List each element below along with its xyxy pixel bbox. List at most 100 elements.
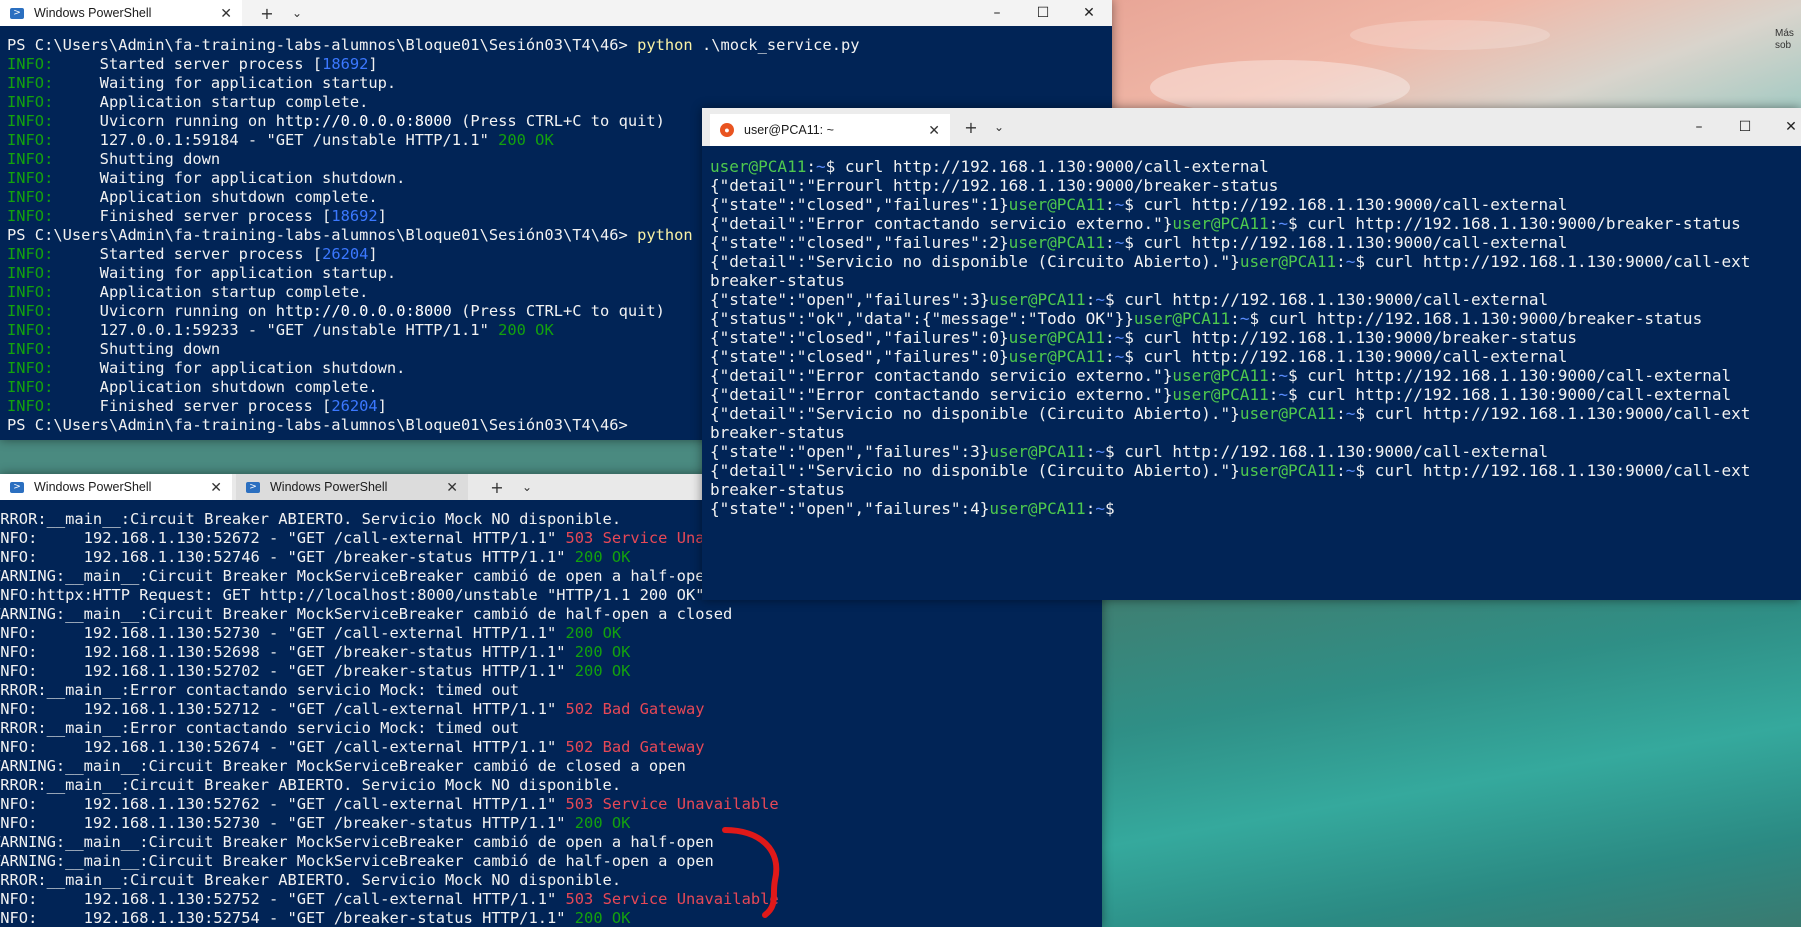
tab-dropdown-button[interactable]: ⌄: [284, 0, 310, 26]
tab-powershell-2[interactable]: > Windows PowerShell ✕: [236, 474, 468, 500]
minimize-icon[interactable]: –: [1676, 114, 1722, 140]
terminal-text: INFO:: [0, 795, 38, 813]
terminal-text: INFO:: [7, 150, 54, 168]
terminal-text: user@PCA11: [710, 157, 807, 176]
terminal-text: :: [1104, 195, 1115, 214]
terminal-text: {"state":"open","failures":3}: [710, 290, 990, 309]
terminal-line: INFO: 192.168.1.130:52698 - "GET /breake…: [0, 643, 1102, 662]
terminal-text: Waiting for application shutdown.: [53, 169, 406, 187]
terminal-text: WARNING:__main__:Circuit Breaker MockSer…: [0, 852, 714, 870]
terminal-line: INFO: Started server process [18692]: [7, 55, 1112, 74]
terminal-text: Application shutdown complete.: [53, 378, 378, 396]
terminal-text: {"detail":"Error contactando servicio ex…: [710, 366, 1173, 385]
terminal-text: $ curl http://192.168.1.130:9000/call-ex…: [1104, 442, 1549, 461]
terminal-text: PS C:\Users\Admin\fa-training-labs-alumn…: [7, 36, 638, 54]
tab-title: Windows PowerShell: [34, 480, 152, 494]
terminal-text: 26204: [322, 245, 369, 263]
terminal-line: ERROR:__main__:Circuit Breaker ABIERTO. …: [0, 871, 1102, 890]
tab-title: Windows PowerShell: [270, 480, 388, 494]
terminal-line: {"detail":"Servicio no disponible (Circu…: [710, 404, 1801, 423]
tab-bar: > Windows PowerShell ✕ + ⌄ – ☐ ✕: [0, 0, 1112, 26]
tab-title: user@PCA11: ~: [744, 123, 834, 137]
terminal-text: 192.168.1.130:52730 - "GET /breaker-stat…: [37, 814, 575, 832]
terminal-text: ERROR:__main__:Circuit Breaker ABIERTO. …: [0, 871, 622, 889]
terminal-text: ERROR:__main__:Circuit Breaker ABIERTO. …: [0, 510, 622, 528]
terminal-text: ~: [815, 157, 826, 176]
terminal-text: 192.168.1.130:52674 - "GET /call-externa…: [37, 738, 566, 756]
tab-dropdown-button[interactable]: ⌄: [514, 474, 540, 500]
terminal-line: {"state":"closed","failures":1}user@PCA1…: [710, 195, 1801, 214]
ubuntu-terminal-window[interactable]: ● user@PCA11: ~ ✕ + ⌄ – ☐ ✕ user@PCA11: ~…: [702, 108, 1801, 600]
terminal-text: 200 OK: [574, 643, 631, 661]
terminal-line: INFO: 192.168.1.130:52762 - "GET /call-e…: [0, 795, 1102, 814]
terminal-text: INFO:: [7, 397, 54, 415]
terminal-line: {"state":"open","failures":3}user@PCA11:…: [710, 442, 1801, 461]
terminal-text: ~: [1239, 309, 1250, 328]
terminal-text: (Press CTRL+C to quit): [451, 302, 665, 320]
terminal-text: Started server process [: [53, 245, 323, 263]
terminal-text: ERROR:__main__:Circuit Breaker ABIERTO. …: [0, 776, 622, 794]
terminal-text: $ curl http://192.168.1.130:9000/call-ex…: [1355, 252, 1751, 271]
terminal-text: Waiting for application shutdown.: [53, 359, 406, 377]
terminal-text: ~: [1278, 385, 1288, 404]
tab-ubuntu[interactable]: ● user@PCA11: ~ ✕: [710, 114, 950, 146]
terminal-output[interactable]: user@PCA11:~$ curl http://192.168.1.130:…: [702, 153, 1801, 600]
terminal-text: $ curl http://192.168.1.130:9000/call-ex…: [1355, 461, 1751, 480]
terminal-text: {"detail":"Servicio no disponible (Circu…: [710, 252, 1240, 271]
desktop-corner-text: Más sob: [1775, 28, 1794, 51]
terminal-line: {"status":"ok","data":{"message":"Todo O…: [710, 309, 1801, 328]
terminal-text: INFO:: [0, 814, 38, 832]
terminal-line: breaker-status: [710, 480, 1801, 499]
terminal-text: $ curl http://192.168.1.130:9000/call-ex…: [1124, 347, 1568, 366]
terminal-text: WARNING:__main__:Circuit Breaker MockSer…: [0, 605, 733, 623]
tab-dropdown-button[interactable]: ⌄: [986, 114, 1012, 140]
terminal-text: 200 OK: [565, 624, 622, 642]
tab-powershell[interactable]: > Windows PowerShell ✕: [0, 0, 242, 26]
tab-powershell-1[interactable]: > Windows PowerShell ✕: [0, 474, 232, 500]
terminal-text: PS C:\Users\Admin\fa-training-labs-alumn…: [7, 226, 638, 244]
terminal-text: $ curl http://192.168.1.130:9000/call-ex…: [825, 157, 1269, 176]
terminal-text: Shutting down: [53, 340, 221, 358]
close-tab-icon[interactable]: ✕: [220, 5, 232, 22]
terminal-line: ERROR:__main__:Error contactando servici…: [0, 681, 1102, 700]
terminal-text: {"state":"closed","failures":1}: [710, 195, 1009, 214]
terminal-text: user@PCA11: [1008, 347, 1105, 366]
maximize-icon[interactable]: ☐: [1020, 0, 1066, 26]
new-tab-button[interactable]: +: [484, 474, 510, 500]
terminal-text: ~: [1095, 499, 1105, 518]
ubuntu-icon: ●: [720, 123, 734, 137]
maximize-icon[interactable]: ☐: [1722, 114, 1768, 140]
terminal-text: 200 OK: [498, 131, 554, 149]
terminal-text: user@PCA11: [1008, 328, 1105, 347]
terminal-text: ERROR:__main__:Error contactando servici…: [0, 719, 520, 737]
terminal-text: INFO:: [7, 55, 54, 73]
minimize-icon[interactable]: –: [974, 0, 1020, 26]
terminal-text: Uvicorn running on: [53, 112, 276, 130]
terminal-text: INFO:httpx:HTTP Request: GET http://loca…: [0, 586, 705, 604]
terminal-text: INFO:: [0, 738, 38, 756]
terminal-text: INFO:: [7, 340, 54, 358]
terminal-text: 192.168.1.130:52702 - "GET /breaker-stat…: [37, 662, 575, 680]
terminal-line: ERROR:__main__:Circuit Breaker ABIERTO. …: [0, 776, 1102, 795]
terminal-text: INFO:: [7, 169, 54, 187]
terminal-text: Application shutdown complete.: [53, 188, 378, 206]
terminal-text: 192.168.1.130:52762 - "GET /call-externa…: [37, 795, 566, 813]
new-tab-button[interactable]: +: [254, 0, 280, 26]
close-tab-icon[interactable]: ✕: [210, 479, 222, 496]
terminal-text: 26204: [331, 397, 378, 415]
close-icon[interactable]: ✕: [1768, 114, 1801, 140]
close-icon[interactable]: ✕: [1066, 0, 1112, 26]
terminal-text: $ curl http://192.168.1.130:9000/call-ex…: [1124, 195, 1568, 214]
new-tab-button[interactable]: +: [958, 114, 984, 140]
terminal-text: ~: [1278, 366, 1288, 385]
terminal-text: 192.168.1.130:52672 - "GET /call-externa…: [37, 529, 566, 547]
terminal-text: :: [1104, 328, 1115, 347]
close-tab-icon[interactable]: ✕: [928, 122, 940, 139]
terminal-text: INFO:: [0, 700, 38, 718]
terminal-text: INFO:: [7, 302, 54, 320]
terminal-text: user@PCA11: [989, 499, 1086, 518]
close-tab-icon[interactable]: ✕: [446, 479, 458, 496]
terminal-text: :: [1085, 442, 1096, 461]
terminal-text: 18692: [322, 55, 369, 73]
terminal-text: {"state":"closed","failures":0}: [710, 328, 1009, 347]
